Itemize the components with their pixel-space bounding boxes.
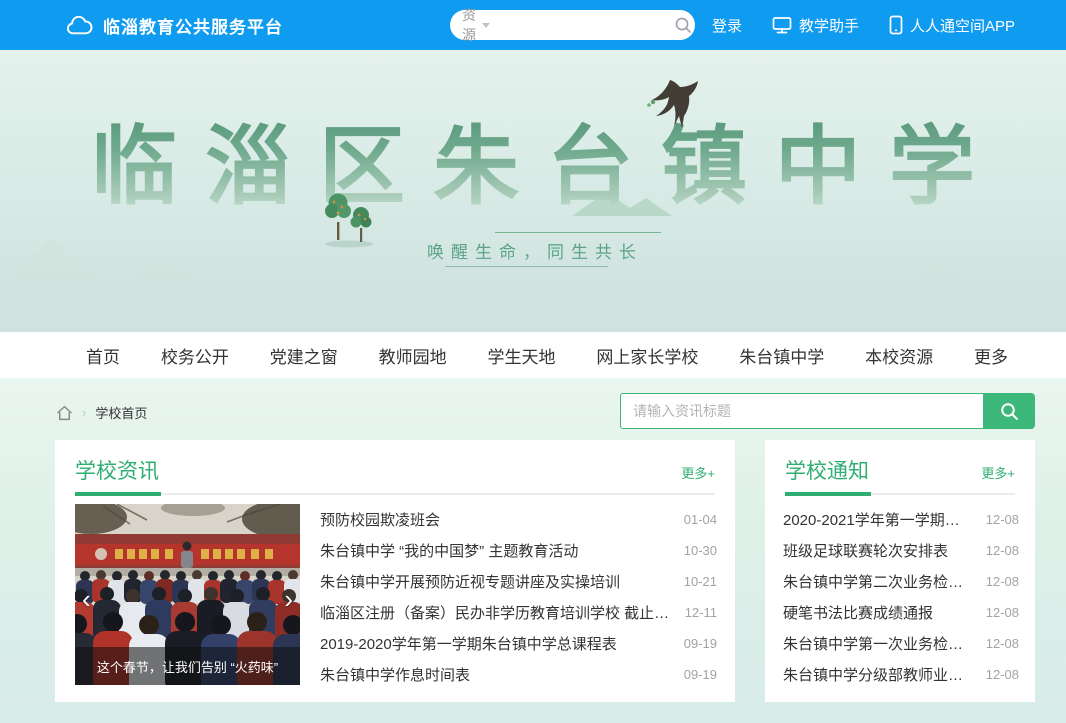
news-item-title: 朱台镇中学开展预防近视专题讲座及实操培训 <box>320 571 634 592</box>
news-list-item[interactable]: 2019-2020学年第一学期朱台镇中学总课程表 09-19 <box>320 628 717 659</box>
carousel-caption[interactable]: 这个春节，让我们告别 “火药味” <box>75 647 300 685</box>
news-list-item[interactable]: 临淄区注册（备案）民办非学历教育培训学校 截止2019 12-11 <box>320 597 717 628</box>
top-header-bar: 临淄教育公共服务平台 资源 登录 <box>0 0 1066 50</box>
breadcrumb: › 学校首页 <box>56 403 147 422</box>
school-name-title: 临淄区朱台镇中学 <box>0 96 1066 221</box>
platform-brand-label: 临淄教育公共服务平台 <box>103 13 283 38</box>
monitor-icon <box>772 16 792 34</box>
header-search-pill: 资源 <box>450 10 695 40</box>
login-link[interactable]: 登录 <box>712 15 742 36</box>
notice-item-title: 朱台镇中学分级部教师业务展 <box>783 664 986 685</box>
news-list-item[interactable]: 朱台镇中学 “我的中国梦” 主题教育活动 10-30 <box>320 535 717 566</box>
news-search-button[interactable] <box>983 393 1035 429</box>
notice-item-date: 12-08 <box>986 543 1019 558</box>
search-icon <box>1000 402 1019 421</box>
notice-item-date: 12-08 <box>986 574 1019 589</box>
nav-item-zhutai-school[interactable]: 朱台镇中学 <box>739 343 824 368</box>
app-link[interactable]: 人人通空间APP <box>889 15 1015 36</box>
news-search-input[interactable] <box>620 393 983 429</box>
smartphone-icon <box>889 15 903 35</box>
nav-item-school-resources[interactable]: 本校资源 <box>865 343 933 368</box>
notice-item-title: 朱台镇中学第二次业务检查的 <box>783 571 986 592</box>
news-list-item[interactable]: 朱台镇中学作息时间表 09-19 <box>320 659 717 690</box>
notice-item-date: 12-08 <box>986 667 1019 682</box>
app-label: 人人通空间APP <box>910 15 1015 36</box>
notice-item-date: 12-08 <box>986 605 1019 620</box>
teaching-assistant-link[interactable]: 教学助手 <box>772 15 859 36</box>
notice-list: 2020-2021学年第一学期足球 12-08 班级足球联赛轮次安排表 12-0… <box>783 504 1019 690</box>
nav-item-more[interactable]: 更多 <box>974 343 1008 368</box>
school-notices-panel: 学校通知 更多+ 2020-2021学年第一学期足球 12-08 班级足球联赛轮… <box>765 440 1035 702</box>
teaching-assistant-label: 教学助手 <box>799 15 859 36</box>
header-search-input[interactable] <box>498 18 674 33</box>
notices-panel-title: 学校通知 <box>785 455 869 485</box>
news-item-title: 朱台镇中学 “我的中国梦” 主题教育活动 <box>320 540 592 561</box>
chevron-down-icon <box>482 23 490 28</box>
news-more-link[interactable]: 更多+ <box>681 463 715 485</box>
news-list: 预防校园欺凌班会 01-04 朱台镇中学 “我的中国梦” 主题教育活动 10-3… <box>320 504 717 690</box>
slogan-rule-top <box>495 232 661 233</box>
notice-item-title: 朱台镇中学第一次业务检查的 <box>783 633 986 654</box>
platform-brand[interactable]: 临淄教育公共服务平台 <box>66 0 283 50</box>
notice-item-title: 2020-2021学年第一学期足球 <box>783 509 986 530</box>
news-item-title: 预防校园欺凌班会 <box>320 509 454 530</box>
news-item-date: 09-19 <box>684 636 717 651</box>
nav-item-teacher-garden[interactable]: 教师园地 <box>379 343 447 368</box>
news-item-date: 10-30 <box>684 543 717 558</box>
notices-more-link[interactable]: 更多+ <box>981 463 1015 485</box>
news-item-date: 09-19 <box>684 667 717 682</box>
notice-list-item[interactable]: 班级足球联赛轮次安排表 12-08 <box>783 535 1019 566</box>
notices-header-divider <box>785 493 1015 495</box>
carousel-prev-button[interactable]: ‹ <box>82 586 91 612</box>
nav-item-home[interactable]: 首页 <box>86 343 120 368</box>
news-item-title: 2019-2020学年第一学期朱台镇中学总课程表 <box>320 633 631 654</box>
cloud-icon <box>66 15 93 36</box>
trees-decoration <box>322 188 378 248</box>
carousel-next-button[interactable]: › <box>284 586 293 612</box>
news-item-date: 12-11 <box>685 605 717 620</box>
news-list-item[interactable]: 朱台镇中学开展预防近视专题讲座及实操培训 10-21 <box>320 566 717 597</box>
header-links: 登录 教学助手 人人通空间APP <box>712 0 1015 50</box>
search-scope-select[interactable]: 资源 <box>462 5 490 45</box>
breadcrumb-current[interactable]: 学校首页 <box>95 403 147 422</box>
main-nav: 首页 校务公开 党建之窗 教师园地 学生天地 网上家长学校 朱台镇中学 本校资源… <box>0 332 1066 378</box>
search-scope-label: 资源 <box>462 5 476 45</box>
notice-item-title: 班级足球联赛轮次安排表 <box>783 540 962 561</box>
nav-item-student-world[interactable]: 学生天地 <box>488 343 556 368</box>
page: 临淄教育公共服务平台 资源 登录 <box>0 0 1066 723</box>
nav-item-school-affairs[interactable]: 校务公开 <box>161 343 229 368</box>
swallow-icon <box>636 78 698 132</box>
notice-list-item[interactable]: 朱台镇中学第一次业务检查的 12-08 <box>783 628 1019 659</box>
school-news-panel: 学校资讯 更多+ <box>55 440 735 702</box>
notice-list-item[interactable]: 2020-2021学年第一学期足球 12-08 <box>783 504 1019 535</box>
notice-item-date: 12-08 <box>986 636 1019 651</box>
news-search-bar <box>620 393 1035 429</box>
school-banner: 临淄区朱台镇中学 唤醒生命，同生共长 <box>0 50 1066 332</box>
login-label: 登录 <box>712 15 742 36</box>
news-header-divider <box>75 493 715 495</box>
news-item-date: 10-21 <box>684 574 717 589</box>
news-list-item[interactable]: 预防校园欺凌班会 01-04 <box>320 504 717 535</box>
breadcrumb-separator: › <box>82 405 86 420</box>
notice-list-item[interactable]: 朱台镇中学第二次业务检查的 12-08 <box>783 566 1019 597</box>
news-item-title: 临淄区注册（备案）民办非学历教育培训学校 截止2019 <box>320 602 685 623</box>
nav-item-party-building[interactable]: 党建之窗 <box>270 343 338 368</box>
notice-list-item[interactable]: 硬笔书法比赛成绩通报 12-08 <box>783 597 1019 628</box>
search-icon[interactable] <box>674 16 692 34</box>
news-carousel[interactable]: ‹ › 这个春节，让我们告别 “火药味” <box>75 504 300 685</box>
banner-fog <box>0 242 1066 332</box>
home-icon[interactable] <box>56 405 73 421</box>
nav-item-parent-school[interactable]: 网上家长学校 <box>596 343 698 368</box>
news-item-title: 朱台镇中学作息时间表 <box>320 664 484 685</box>
news-panel-title: 学校资讯 <box>75 455 159 485</box>
notice-list-item[interactable]: 朱台镇中学分级部教师业务展 12-08 <box>783 659 1019 690</box>
notice-item-date: 12-08 <box>986 512 1019 527</box>
news-item-date: 01-04 <box>684 512 717 527</box>
notice-item-title: 硬笔书法比赛成绩通报 <box>783 602 947 623</box>
